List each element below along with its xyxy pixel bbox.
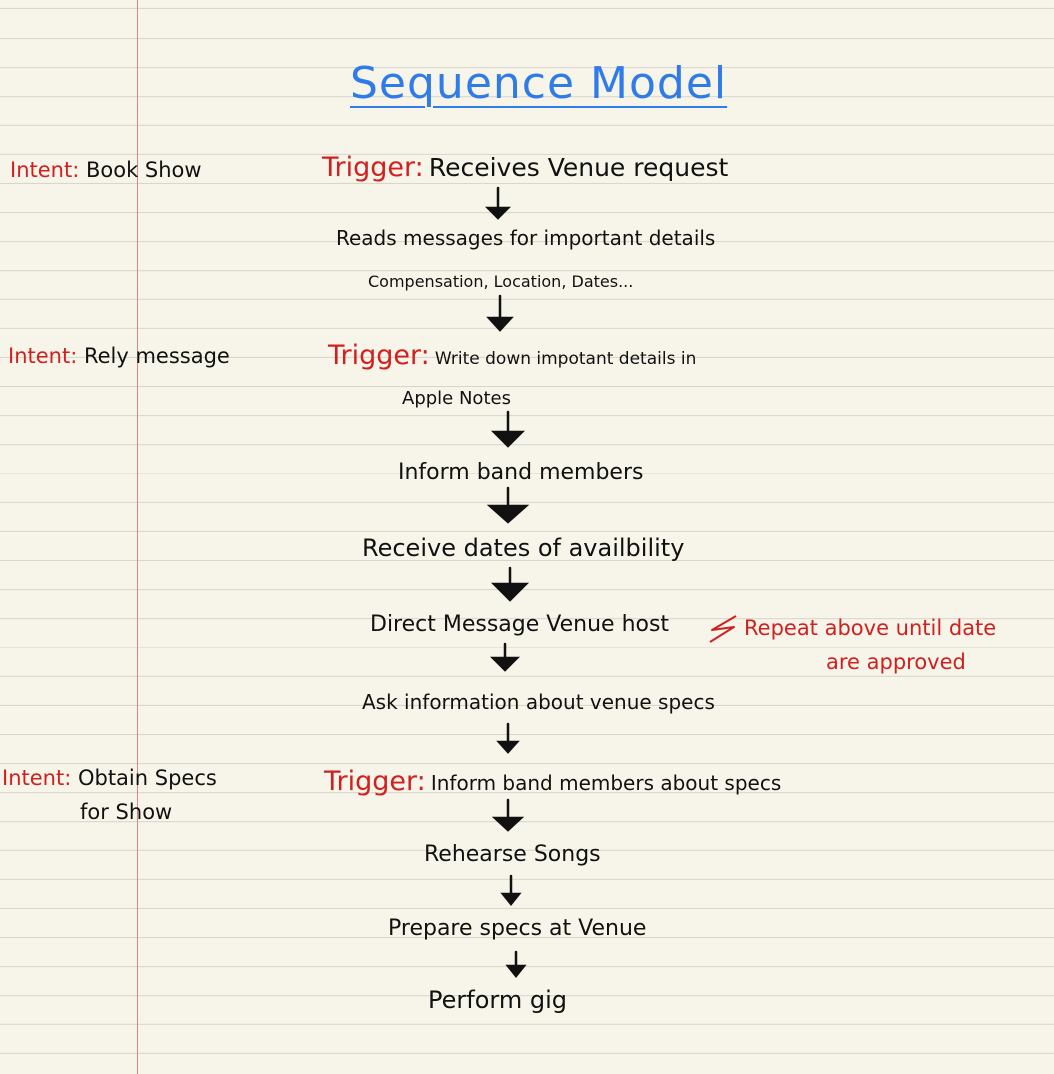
arrow-down-2 xyxy=(486,294,514,332)
arrow-down-6 xyxy=(489,642,521,672)
arrow-down-1 xyxy=(484,186,512,220)
arrow-down-8 xyxy=(491,798,525,832)
arrow-down-9 xyxy=(500,874,522,907)
arrow-down-4 xyxy=(486,486,530,524)
arrow-down-7 xyxy=(496,722,520,754)
arrow-down-3 xyxy=(490,410,526,448)
arrow-down-5 xyxy=(490,566,530,602)
repeat-pointer-icon xyxy=(709,615,737,643)
flow-arrows xyxy=(484,186,737,979)
arrow-down-10 xyxy=(505,950,527,979)
